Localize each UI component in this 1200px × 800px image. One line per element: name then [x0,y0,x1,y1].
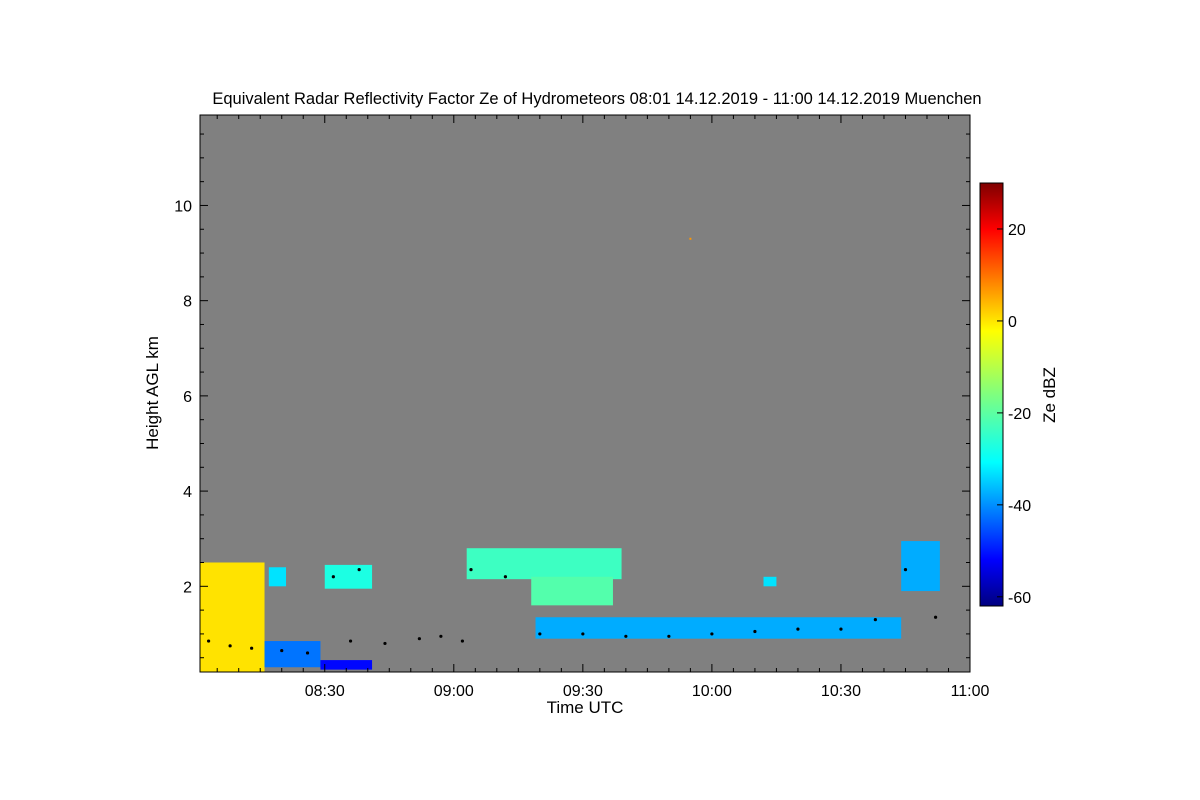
colorbar-title: Ze dBZ [1040,367,1059,423]
cloud-base-point [933,615,938,619]
radar-reflectivity-chart: Equivalent Radar Reflectivity Factor Ze … [143,90,1059,717]
y-tick-label: 10 [174,198,192,215]
x-tick-label: 08:30 [305,683,345,700]
cloud-base-point [250,646,254,650]
echo-region [535,617,902,639]
colorbar-tick-label: 0 [1008,314,1017,331]
cloud-base-point [503,575,508,579]
cloud-base-point [383,641,387,646]
echo-region [763,576,777,587]
cloud-base-point [228,644,232,648]
cloud-base-point [839,627,843,631]
x-tick-label: 10:30 [821,683,861,700]
echo-pixel [689,237,692,240]
cloud-base-point [207,639,211,643]
cloud-base-point [280,648,284,653]
x-tick-label: 11:00 [951,683,990,700]
cloud-base-point [417,637,421,641]
cloud-base-point [460,639,465,643]
echo-region [264,641,321,668]
y-tick-label: 6 [183,389,192,406]
cloud-base-point [903,568,908,572]
cloud-base-point [667,634,671,638]
echo-region [531,576,613,606]
y-tick-label: 8 [183,294,192,311]
echo-region [466,548,622,580]
cloud-base-point [357,568,361,572]
cloud-base-point [331,575,335,579]
colorbar-tick-label: -60 [1008,590,1031,607]
cloud-base-point [624,634,628,638]
cloud-base-point [469,568,473,572]
chart-title: Equivalent Radar Reflectivity Factor Ze … [212,90,981,108]
y-axis-title: Height AGL km [143,336,162,450]
cloud-base-point [710,632,714,636]
colorbar [979,182,1004,607]
colorbar-tick-label: -20 [1008,406,1031,423]
cloud-base-point [581,632,585,636]
y-tick-label: 4 [183,484,192,501]
x-axis-title: Time UTC [547,698,624,717]
echo-region [901,541,940,592]
x-tick-label: 09:00 [434,683,474,700]
cloud-base-point [439,634,443,638]
cloud-base-point [753,629,757,634]
cloud-base-point [873,618,877,622]
plot-area [200,115,970,672]
cloud-base-point [796,627,800,631]
cloud-base-point [305,651,310,655]
cloud-base-point [348,639,353,643]
colorbar-tick-label: 20 [1008,222,1026,239]
echo-region [200,562,265,672]
echo-region [268,567,287,587]
x-tick-label: 10:00 [692,683,732,700]
cloud-base-point [538,632,542,636]
y-tick-label: 2 [183,579,192,596]
colorbar-tick-label: -40 [1008,498,1031,515]
